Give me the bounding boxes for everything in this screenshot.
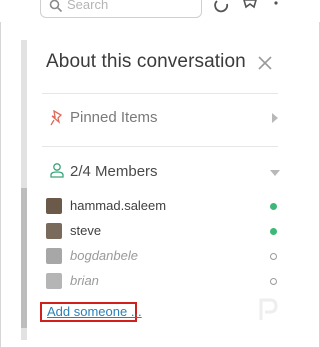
top-bar: Search [0,0,320,22]
member-row[interactable]: hammad.saleem [46,196,282,218]
member-row[interactable]: bogdanbele [46,246,282,268]
chevron-right-icon [272,113,278,123]
members-label: 2/4 Members [70,163,158,180]
avatar [46,198,62,214]
member-row[interactable]: brian [46,271,282,293]
presence-away-icon [270,278,277,285]
divider [42,146,278,147]
divider [42,93,278,94]
presence-active-icon [270,203,277,210]
search-input[interactable]: Search [40,0,202,18]
history-icon[interactable] [214,0,230,16]
add-someone-link[interactable]: Add someone ... [47,304,142,319]
presence-away-icon [270,253,277,260]
members-section[interactable]: 2/4 Members [42,158,282,186]
avatar [46,273,62,289]
pin-icon [50,110,63,126]
close-icon[interactable] [258,56,272,70]
search-icon [49,0,63,13]
pinned-items-section[interactable]: Pinned Items [42,104,282,132]
member-row[interactable]: steve [46,221,282,243]
star-icon[interactable] [242,0,258,16]
more-icon[interactable] [268,0,284,16]
scrollbar-thumb[interactable] [21,188,27,328]
person-icon [50,163,64,178]
pinned-items-label: Pinned Items [70,109,158,126]
search-placeholder: Search [67,0,109,12]
panel-title: About this conversation [46,51,246,72]
member-name: brian [70,273,99,288]
member-name: steve [70,223,102,238]
avatar [46,223,62,239]
watermark-logo-icon [259,298,278,320]
avatar [46,248,62,264]
member-name: bogdanbele [70,248,138,263]
member-name: hammad.saleem [70,198,167,213]
chevron-down-icon [270,170,280,176]
presence-active-icon [270,228,277,235]
